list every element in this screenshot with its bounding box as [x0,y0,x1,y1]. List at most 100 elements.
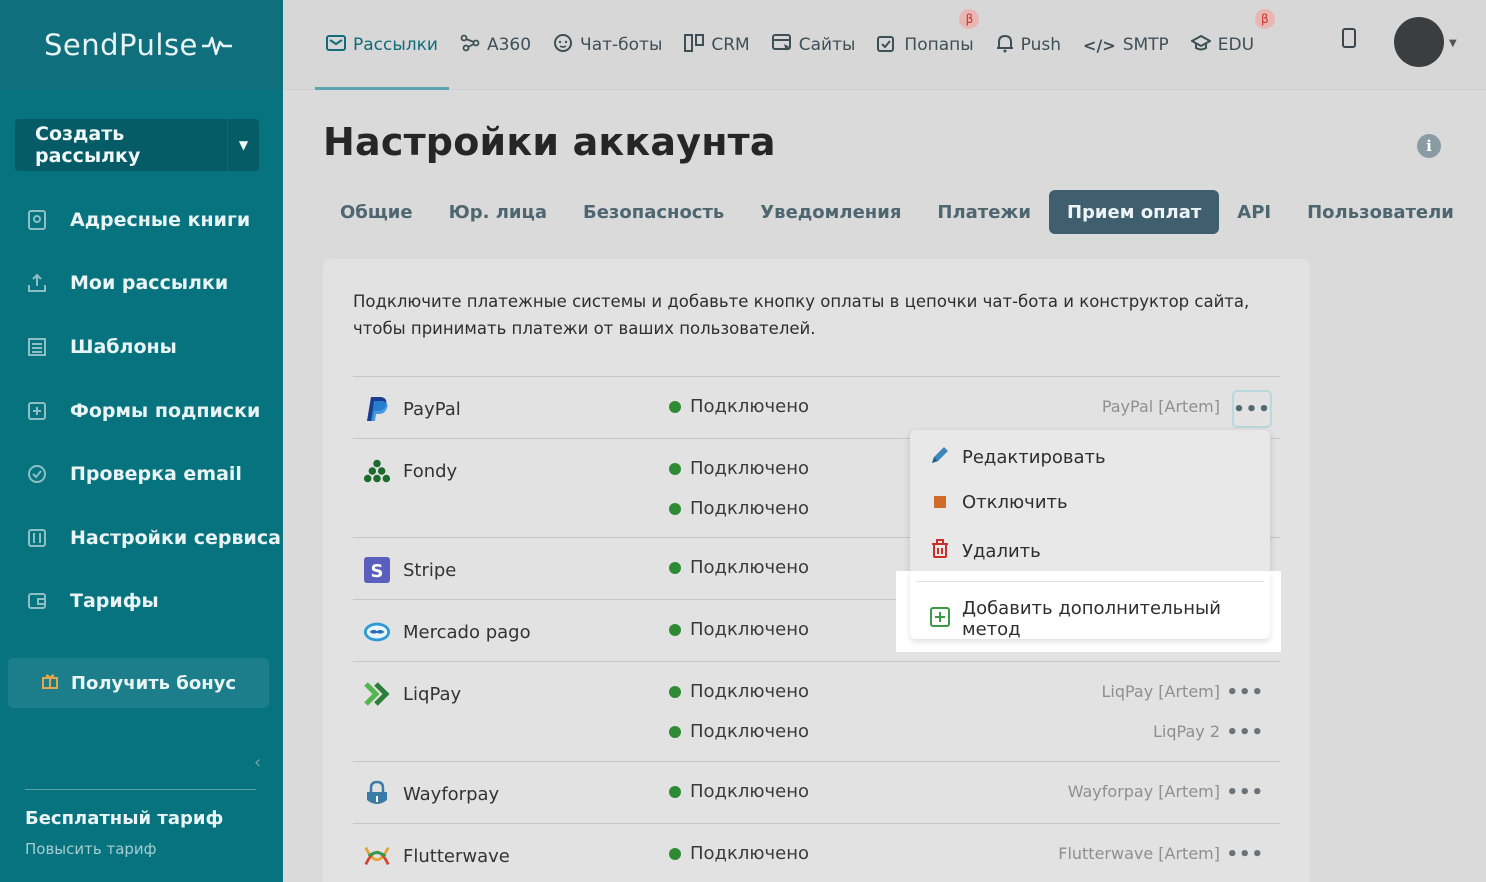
sidebar-item-my-mailings[interactable]: Мои рассылки [0,252,283,316]
topnav-edu[interactable]: EDU β [1180,0,1275,90]
status-dot [669,623,681,636]
status-label: Подключено [690,619,810,640]
status-dot [669,502,681,515]
upgrade-plan-link[interactable]: Повысить тариф [25,840,157,858]
stop-icon [930,492,950,513]
plan-name: Бесплатный тариф [25,808,224,829]
provider-name: Stripe [403,559,457,581]
status-dot [669,785,681,798]
menu-item-label: Удалить [962,541,1041,562]
menu-item-edit[interactable]: Редактировать [930,445,1106,470]
svg-text:S: S [371,561,384,582]
status-label: Подключено [690,681,810,702]
logo-text: SendPulse [44,28,198,62]
collapse-sidebar-icon[interactable]: ‹ [254,752,261,773]
address-book-icon [25,208,49,232]
tab-notifications[interactable]: Уведомления [742,190,919,234]
tab-security[interactable]: Безопасность [565,190,742,234]
status-label: Подключено [690,498,810,519]
sidebar-divider [25,789,256,790]
sidebar-item-service-settings[interactable]: Настройки сервиса [0,506,283,570]
provider-name: Mercado pago [403,621,531,643]
status-dot [669,561,681,574]
sidebar-item-email-check[interactable]: Проверка email [0,442,283,506]
mercado-pago-icon [363,618,391,646]
topnav-popups[interactable]: Попапы β [866,0,984,90]
mail-icon [326,35,346,55]
avatar[interactable] [1394,17,1444,67]
connection-status: Подключено [669,681,809,702]
pulse-icon [201,36,232,56]
status-label: Подключено [690,721,810,742]
highlighted-menu-area: Добавить дополнительный метод [896,571,1281,652]
topnav-smtp[interactable]: </> SMTP [1072,0,1180,90]
sidebar-item-label: Настройки сервиса [70,526,281,549]
tab-payment-acceptance[interactable]: Прием оплат [1048,190,1220,234]
sidebar-item-label: Мои рассылки [70,272,229,295]
more-actions-button[interactable]: ••• [1232,390,1272,428]
tab-general[interactable]: Общие [322,190,431,234]
get-bonus-button[interactable]: Получить бонус [8,658,269,708]
provider: S Stripe [363,556,456,584]
topnav-a360[interactable]: A360 [449,0,542,90]
flutterwave-icon [363,842,391,870]
menu-item-disable[interactable]: Отключить [930,492,1068,513]
topnav-sites[interactable]: Сайты [761,0,867,90]
liqpay-icon [363,680,391,708]
sidebar-item-tariffs[interactable]: Тарифы [0,570,283,634]
connection-status: Подключено [669,396,809,417]
add-method-row[interactable]: Добавить дополнительный метод [930,598,1270,640]
edu-icon [1189,34,1212,56]
topnav-label: A360 [486,35,532,55]
provider: Fondy [363,457,457,485]
provider-name: Fondy [403,460,458,482]
menu-item-delete[interactable]: Удалить [930,539,1041,564]
more-actions-button[interactable]: ••• [1226,722,1264,743]
topnav-label: Рассылки [353,35,438,55]
info-icon[interactable]: i [1417,134,1441,158]
create-mailing-button[interactable]: Создать рассылку ▼ [15,119,259,171]
tab-legal-entities[interactable]: Юр. лица [431,190,565,234]
sidebar-item-label: Тарифы [70,590,159,613]
crm-icon [684,34,705,56]
topnav-label: Push [1020,35,1062,55]
more-actions-button[interactable]: ••• [1226,682,1264,703]
tab-api[interactable]: API [1219,190,1289,234]
provider-name: Wayforpay [403,783,500,805]
topnav-label: Сайты [798,35,856,55]
sidebar-item-forms[interactable]: Формы подписки [0,379,283,443]
status-label: Подключено [690,781,810,802]
create-mailing-label: Создать рассылку [35,123,141,167]
topnav-mailings[interactable]: Рассылки [315,0,449,90]
table-row: LiqPay Подключено LiqPay [Artem] ••• Под… [353,661,1280,761]
mobile-icon[interactable] [1342,28,1356,48]
topnav-label: SMTP [1122,35,1169,55]
page-title: Настройки аккаунта [323,120,776,164]
more-actions-button[interactable]: ••• [1226,844,1264,865]
chevron-down-icon[interactable]: ▼ [227,119,259,171]
wayforpay-icon [363,780,391,808]
topnav-label: Попапы [904,35,974,55]
intro-text: Подключите платежные системы и добавьте … [353,292,1250,338]
menu-item-label: Отключить [962,492,1068,513]
tab-payments[interactable]: Платежи [919,190,1049,234]
connection-status: Подключено [669,458,809,479]
sidebar-item-address-books[interactable]: Адресные книги [0,188,283,252]
topnav-chatbots[interactable]: Чат-боты [542,0,673,90]
status-label: Подключено [690,396,810,417]
tab-users[interactable]: Пользователи [1289,190,1472,234]
top-navigation-bar: Рассылки A360 Чат-боты CRM Сайты Попапы … [283,0,1486,90]
status-label: Подключено [690,557,810,578]
more-actions-button[interactable]: ••• [1226,782,1264,803]
topnav-push[interactable]: Push [985,0,1072,90]
provider: PayPal [363,395,461,423]
connection-status: Подключено [669,721,809,742]
sidebar-item-templates[interactable]: Шаблоны [0,315,283,379]
pencil-icon [930,445,950,470]
table-row: PayPal Подключено PayPal [Artem] ••• [353,376,1280,438]
menu-item-add-method[interactable]: Добавить дополнительный метод [910,571,1270,640]
sendpulse-logo[interactable]: SendPulse [44,28,232,62]
chevron-down-icon[interactable]: ▼ [1449,38,1457,49]
topnav-crm[interactable]: CRM [673,0,760,90]
menu-item-label: Добавить дополнительный метод [962,598,1221,640]
